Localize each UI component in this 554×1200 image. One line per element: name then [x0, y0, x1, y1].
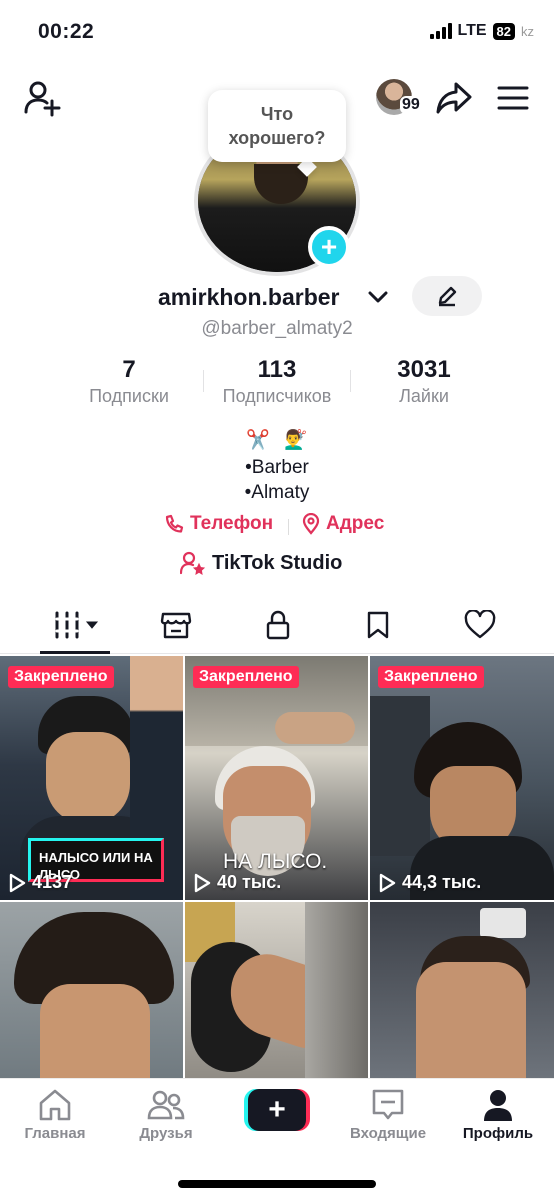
nav-home[interactable]: Главная: [5, 1087, 105, 1142]
phone-link[interactable]: Телефон: [164, 513, 273, 535]
inbox-icon: [372, 1089, 404, 1120]
network-label: LTE: [457, 22, 487, 39]
haircut-emoji: 💇‍♂️: [284, 430, 308, 451]
add-user-icon: [24, 81, 61, 117]
status-time: 00:22: [38, 20, 95, 43]
pinned-badge: Закреплено: [193, 666, 299, 688]
add-friend-button[interactable]: [22, 78, 62, 118]
username: @barber_almaty2: [201, 318, 353, 339]
video-tile[interactable]: НА ЛЫСО. Закреплено 40 тыс.: [185, 656, 368, 900]
video-tile[interactable]: [185, 902, 368, 1080]
grid-icon: [55, 611, 99, 639]
profile-tabs: [0, 598, 554, 654]
bio-line: •Almaty: [244, 482, 310, 503]
bio-line: •Barber: [245, 457, 309, 478]
view-count: 40 тыс.: [193, 872, 281, 893]
create-button[interactable]: +: [244, 1089, 310, 1131]
nav-inbox[interactable]: Входящие: [338, 1087, 438, 1142]
lock-icon: [266, 610, 290, 640]
view-count: 44,3 тыс.: [378, 872, 481, 893]
profile-stats: 7 Подписки 113 Подписчиков 3031 Лайки: [0, 356, 554, 416]
hamburger-icon: [497, 86, 529, 110]
location-pin-icon: [302, 513, 320, 535]
bookmark-icon: [367, 611, 389, 639]
status-indicators: LTE 82 kz: [429, 22, 534, 40]
status-bar: 00:22 LTE 82 kz: [0, 0, 554, 64]
menu-button[interactable]: [494, 80, 532, 116]
stat-followers[interactable]: 113 Подписчиков: [206, 356, 348, 407]
add-story-button[interactable]: +: [308, 226, 350, 268]
tiktok-studio-link[interactable]: TikTok Studio: [180, 551, 342, 575]
bubble-text-2: хорошего?: [228, 128, 326, 148]
contact-row: Телефон Адрес: [0, 513, 554, 539]
studio-icon: [180, 551, 206, 575]
stat-likes[interactable]: 3031 Лайки: [360, 356, 488, 407]
home-indicator: [178, 1180, 376, 1188]
profile-icon: [484, 1090, 512, 1121]
friends-icon: [147, 1090, 185, 1120]
play-icon: [379, 873, 396, 892]
tab-videos[interactable]: [52, 608, 102, 642]
phone-icon: [165, 514, 184, 533]
pencil-icon: [438, 286, 457, 307]
plus-icon: +: [248, 1089, 306, 1131]
address-link[interactable]: Адрес: [302, 513, 384, 535]
nav-profile[interactable]: Профиль: [448, 1087, 548, 1142]
chevron-down-icon[interactable]: [367, 288, 389, 306]
heart-icon: [464, 610, 496, 639]
video-tile[interactable]: [0, 902, 183, 1080]
video-tile[interactable]: Закреплено 44,3 тыс.: [370, 656, 554, 900]
tab-private[interactable]: [258, 608, 298, 642]
play-icon: [9, 873, 26, 892]
share-icon: [436, 82, 472, 114]
scissors-emoji: ✂️: [246, 430, 270, 451]
pinned-badge: Закреплено: [8, 666, 114, 688]
tab-liked[interactable]: [460, 608, 500, 642]
pinned-badge: Закреплено: [378, 666, 484, 688]
home-icon: [39, 1089, 71, 1121]
video-tile[interactable]: НАЛЫСО ИЛИ НА ЛЫСО Закреплено 4137: [0, 656, 183, 900]
friends-count-badge: 99: [400, 96, 422, 114]
tab-saved[interactable]: [358, 608, 398, 642]
tab-shop[interactable]: [156, 608, 196, 642]
nav-friends[interactable]: Друзья: [116, 1087, 216, 1142]
bubble-text-1: Что: [260, 104, 294, 124]
view-count: 4137: [8, 872, 72, 893]
video-tile[interactable]: [370, 902, 554, 1080]
share-button[interactable]: [434, 78, 474, 118]
watermark: kz: [521, 23, 534, 39]
battery-icon: 82: [492, 22, 515, 40]
bio: ✂️ 💇‍♂️ •Barber •Almaty: [0, 428, 554, 505]
shop-icon: [160, 612, 192, 639]
edit-profile-button[interactable]: [412, 276, 482, 316]
bio-emoji-row: ✂️ 💇‍♂️: [0, 428, 554, 453]
video-grid: НАЛЫСО ИЛИ НА ЛЫСО Закреплено 4137 НА ЛЫ…: [0, 656, 554, 1080]
signal-icon: [429, 23, 452, 39]
video-caption: НА ЛЫСО.: [223, 850, 328, 873]
stat-following[interactable]: 7 Подписки: [62, 356, 196, 407]
nickname[interactable]: amirkhon.barber: [158, 284, 340, 311]
plus-icon: +: [320, 231, 338, 262]
play-icon: [194, 873, 211, 892]
active-tab-indicator: [40, 651, 110, 654]
status-bubble[interactable]: Что хорошего?: [208, 90, 346, 162]
